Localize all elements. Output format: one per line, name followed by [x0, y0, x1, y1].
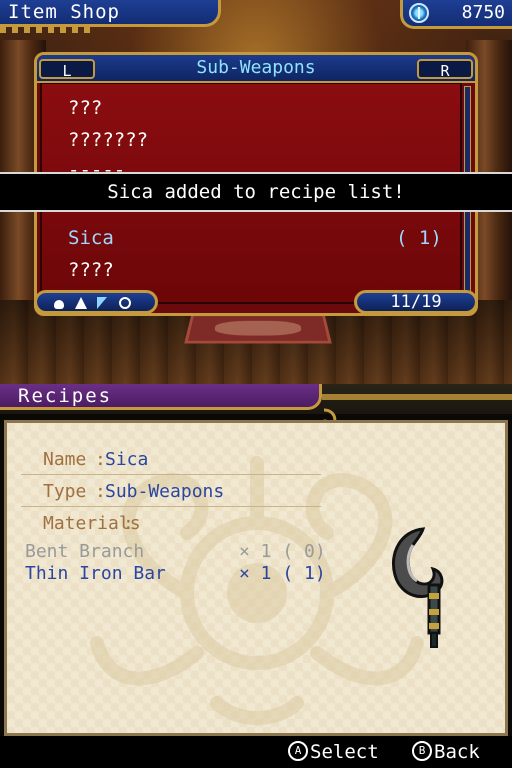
page-count: 11/19: [354, 290, 478, 314]
list-item-name: Sica: [68, 227, 114, 249]
category-header: L Sub-Weapons R: [37, 55, 475, 83]
filter-icons: [34, 290, 158, 314]
list-item-quantity: ( 1): [396, 227, 442, 249]
material-name: Bent Branch: [25, 541, 145, 562]
list-item-name: ???????: [68, 129, 149, 151]
gold-amount: 8750: [461, 2, 505, 23]
divider: [21, 474, 321, 475]
control-hints: A Select B Back: [0, 736, 512, 768]
name-label: Name: [43, 449, 87, 470]
select-control[interactable]: A Select: [288, 736, 379, 768]
shop-title-bar: Item Shop: [0, 0, 221, 27]
game-screen: Item Shop 8750 L Sub-Weapons R ?????????…: [0, 0, 512, 768]
back-label: Back: [434, 741, 480, 763]
b-button-icon: B: [412, 740, 432, 761]
notification-text: Sica added to recipe list!: [107, 181, 405, 203]
type-label: Type: [43, 481, 87, 502]
list-footer: 11/19: [34, 290, 478, 320]
list-item-name: ????: [68, 259, 114, 281]
ring-icon[interactable]: [119, 297, 131, 309]
a-button-icon: A: [288, 740, 308, 761]
back-control[interactable]: B Back: [412, 736, 480, 768]
material-quantity: × 1 ( 1): [239, 563, 326, 584]
list-item-name: ???: [68, 97, 103, 119]
material-name: Thin Iron Bar: [25, 563, 166, 584]
item-type-value: Sub-Weapons: [105, 481, 225, 502]
pot-icon[interactable]: [53, 297, 65, 309]
recipes-header: Recipes: [0, 384, 322, 410]
next-category-button[interactable]: R: [417, 59, 473, 80]
item-name-value: Sica: [105, 449, 149, 470]
shop-title: Item Shop: [8, 1, 120, 23]
divider: [21, 506, 321, 507]
coin-icon: [409, 3, 429, 23]
recipe-detail-panel: Name : Sica Type : Sub-Weapons Materials…: [4, 420, 508, 736]
flask-icon[interactable]: [75, 297, 87, 309]
gold-display: 8750: [400, 0, 512, 29]
category-title: Sub-Weapons: [196, 57, 316, 78]
top-screen: Item Shop 8750 L Sub-Weapons R ?????????…: [0, 0, 512, 384]
material-quantity: × 1 ( 0): [239, 541, 326, 562]
notification-banner: Sica added to recipe list!: [0, 172, 512, 212]
recipes-title: Recipes: [18, 385, 113, 407]
select-label: Select: [310, 741, 379, 763]
bottom-screen: Recipes Name : Sica Type: Sub-Weapons M…: [0, 384, 512, 768]
sica-sickle-icon: [392, 527, 444, 648]
header-trim: [322, 394, 512, 400]
title-trim-ornament: [0, 27, 90, 33]
cursor-icon[interactable]: [97, 297, 109, 309]
